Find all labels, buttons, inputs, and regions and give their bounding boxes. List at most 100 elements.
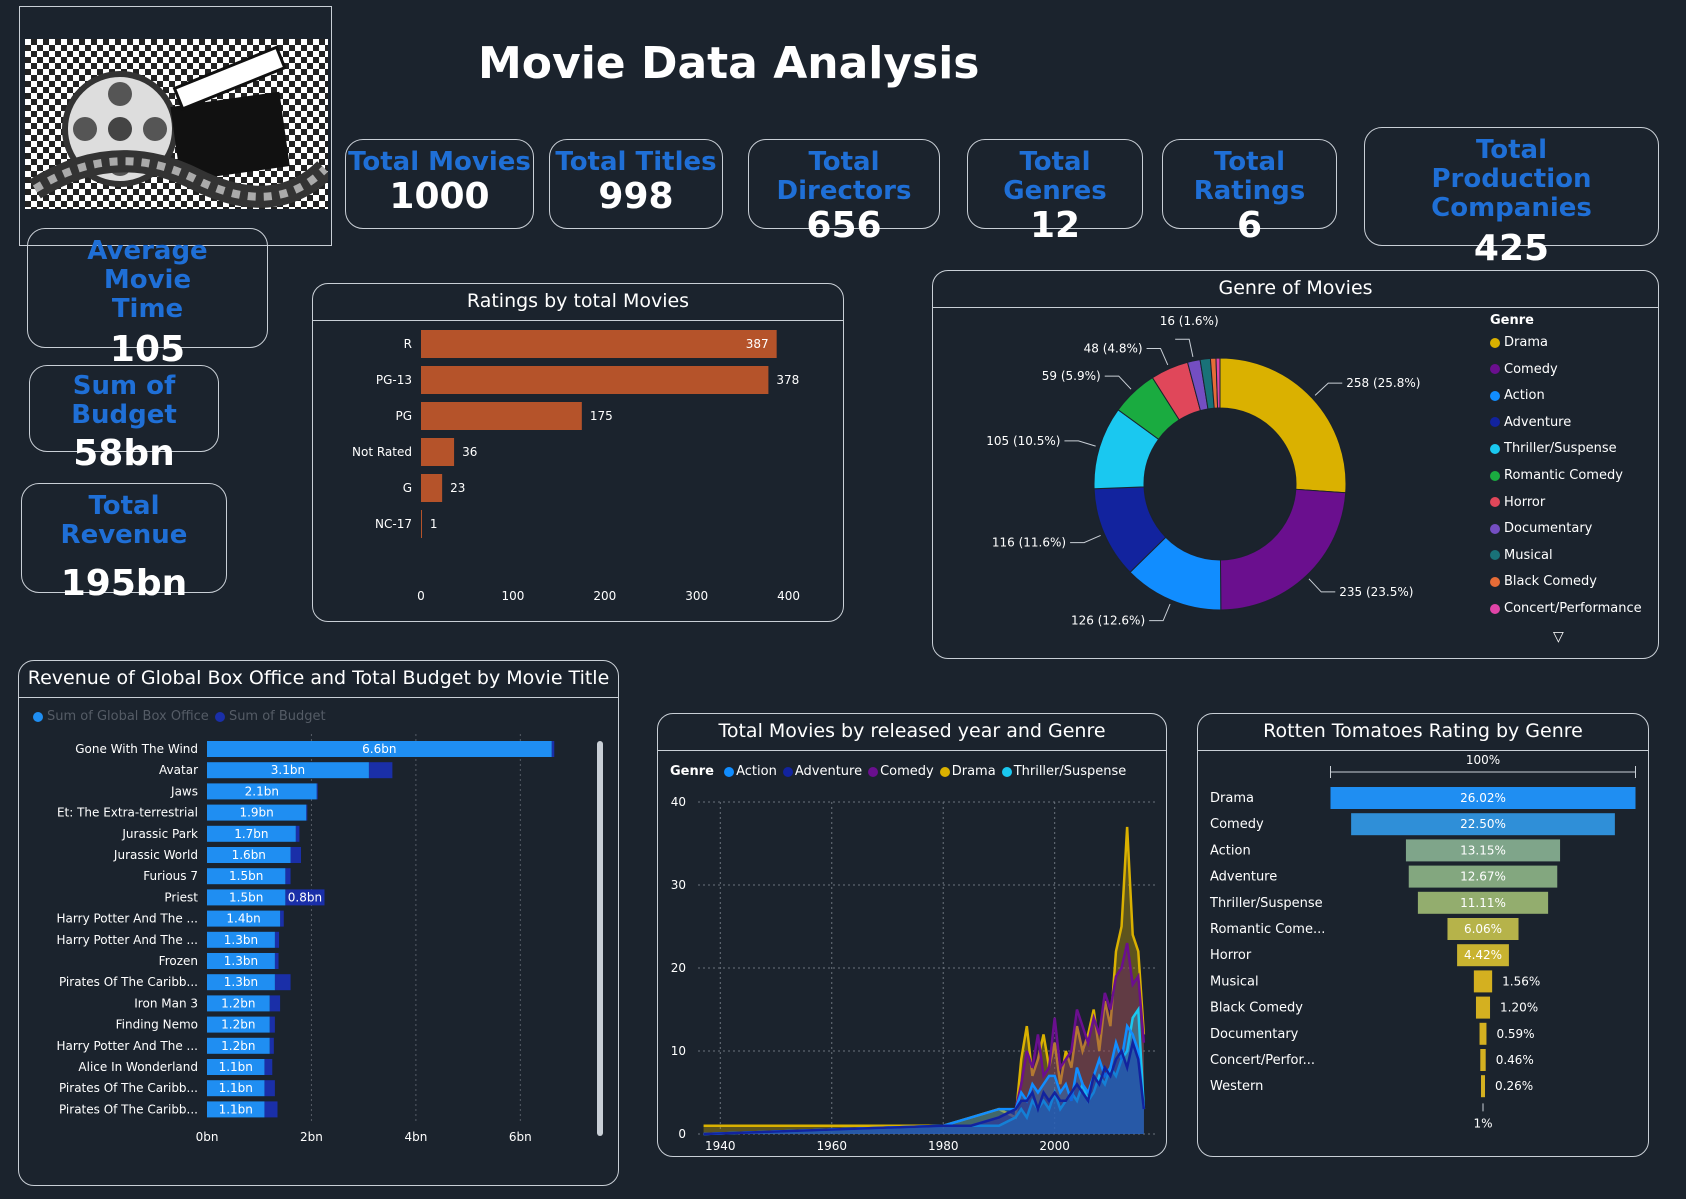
legend-label[interactable]: Comedy <box>880 764 934 779</box>
bar <box>421 474 443 502</box>
legend-label[interactable]: Thriller/Suspense <box>1014 764 1127 779</box>
kpi-average-movie-time: Average Movie Time 105 <box>27 228 268 370</box>
kpi-total-movies: Total Movies 1000 <box>345 139 534 229</box>
revenue-chart-panel: Revenue of Global Box Office and Total B… <box>18 660 619 1186</box>
budget-bar <box>269 995 281 1012</box>
slice-data-label: 126 (12.6%) <box>1071 614 1145 628</box>
bar-value-label: 1.6bn <box>232 848 266 862</box>
legend-color-dot <box>868 766 879 777</box>
kpi-total-directors: Total Directors 656 <box>748 139 940 246</box>
legend-dot-budget <box>214 711 225 722</box>
revenue-legend: Sum of Global Box Office Sum of Budget <box>33 709 326 724</box>
x-tick-label: 2bn <box>300 1130 323 1144</box>
genre-label: Black Comedy <box>1210 1001 1303 1016</box>
legend-item[interactable]: Adventure <box>1490 415 1571 430</box>
legend-item[interactable]: Musical <box>1490 548 1553 563</box>
kpi-sum-of-budget: Sum of Budget 58bn <box>29 365 219 474</box>
bar-value-label: 1.1bn <box>219 1081 253 1095</box>
budget-bar <box>264 1059 273 1075</box>
legend-color-dot <box>1490 417 1500 428</box>
budget-bar <box>368 762 393 779</box>
legend-label: Sum of Budget <box>228 709 326 724</box>
slice-data-label: 16 (1.6%) <box>1160 314 1219 328</box>
budget-bar <box>269 1016 275 1033</box>
bar-value-label: 1.3bn <box>224 933 258 947</box>
legend-label[interactable]: Adventure <box>795 764 862 779</box>
kpi-value: 656 <box>806 205 882 246</box>
bar <box>421 510 422 538</box>
data-label: 387 <box>746 337 769 351</box>
funnel-bar <box>1473 970 1493 993</box>
funnel-value-label: 11.11% <box>1460 896 1506 910</box>
legend-item[interactable]: Drama <box>1490 335 1548 350</box>
budget-bar <box>274 953 279 969</box>
movie-title-label: Harry Potter And The ... <box>57 1039 198 1053</box>
kpi-value: 105 <box>109 329 186 370</box>
legend-color-dot <box>1490 470 1500 481</box>
budget-bar <box>274 974 291 991</box>
legend-item[interactable]: Comedy <box>1490 362 1558 377</box>
chart-title: Ratings by total Movies <box>466 290 690 312</box>
kpi-total-genres: Total Genres 12 <box>967 139 1143 246</box>
genre-label: Western <box>1210 1079 1263 1094</box>
kpi-label: Sum of Budget <box>71 371 177 430</box>
movie-title-label: Harry Potter And The ... <box>57 933 198 947</box>
movie-title-label: Gone With The Wind <box>75 742 198 756</box>
legend-title: Genre <box>1490 313 1534 328</box>
kpi-label: Total Genres <box>1003 147 1107 206</box>
y-tick-label: 10 <box>671 1044 686 1058</box>
slice-data-label: 258 (25.8%) <box>1346 376 1420 390</box>
bar-value-label: 1.1bn <box>219 1060 253 1074</box>
bar-value-label: 1.3bn <box>224 954 258 968</box>
bottom-percent-label: 1% <box>1473 1116 1492 1130</box>
bar-value-label: 1.5bn <box>229 890 263 904</box>
legend-label[interactable]: Drama <box>952 764 996 779</box>
legend-label: Sum of Global Box Office <box>47 709 209 724</box>
rotten-tomatoes-funnel: 100% Drama 26.02% Comedy 22.50% Action 13.15% A… <box>1209 753 1636 1130</box>
funnel-value-label: 26.02% <box>1460 791 1506 805</box>
legend-item[interactable]: Thriller/Suspense <box>1490 441 1617 456</box>
legend-item[interactable]: Black Comedy <box>1490 574 1597 589</box>
legend-item[interactable]: Documentary <box>1490 521 1592 536</box>
funnel-value-label: 13.15% <box>1460 843 1506 857</box>
film-reel-icon <box>29 45 333 208</box>
x-tick-label: 100 <box>501 589 524 603</box>
kpi-total-titles: Total Titles 998 <box>549 139 723 229</box>
genre-label: Thriller/Suspense <box>1209 896 1323 911</box>
scrollbar[interactable] <box>597 741 603 1136</box>
genre-label: Documentary <box>1210 1027 1299 1042</box>
x-tick-label: 0 <box>417 589 425 603</box>
funnel-value-label: 1.56% <box>1502 974 1540 988</box>
kpi-value: 998 <box>598 176 674 217</box>
legend-color-dot <box>1490 550 1500 561</box>
legend-label[interactable]: Action <box>736 764 777 779</box>
budget-value-label: 0.8bn <box>288 890 322 904</box>
x-tick-label: 6bn <box>509 1130 532 1144</box>
legend-item[interactable]: Horror <box>1490 495 1545 510</box>
budget-bar <box>269 1037 274 1054</box>
movie-title-label: Iron Man 3 <box>134 996 198 1010</box>
legend-item[interactable]: Concert/Performance <box>1490 601 1642 616</box>
genre-label: Action <box>1210 843 1251 858</box>
funnel-value-label: 6.06% <box>1464 922 1502 936</box>
bar-value-label: 1.9bn <box>239 806 273 820</box>
x-tick-label: 1940 <box>705 1139 736 1153</box>
legend-label: Comedy <box>1504 361 1558 377</box>
movie-title-label: Pirates Of The Caribb... <box>59 1081 198 1095</box>
chart-title: Total Movies by released year and Genre <box>718 720 1106 742</box>
legend-color-dot <box>1490 497 1500 508</box>
funnel-bar <box>1481 1075 1485 1098</box>
kpi-total-revenue: Total Revenue 195bn <box>21 483 227 604</box>
legend-item[interactable]: Romantic Comedy <box>1490 468 1623 483</box>
legend-scroll-down-icon[interactable]: ▽ <box>1553 629 1564 645</box>
genre-label: Comedy <box>1210 817 1264 832</box>
legend-label: Documentary <box>1504 521 1593 537</box>
kpi-label: Total Production Companies <box>1431 135 1592 223</box>
legend-item[interactable]: Action <box>1490 388 1545 403</box>
bar <box>421 402 582 430</box>
movie-title-label: Finding Nemo <box>116 1018 198 1032</box>
budget-bar <box>264 1101 278 1118</box>
legend-color-dot <box>1490 364 1500 375</box>
kpi-value: 6 <box>1236 205 1263 246</box>
leader-line <box>1064 440 1096 447</box>
